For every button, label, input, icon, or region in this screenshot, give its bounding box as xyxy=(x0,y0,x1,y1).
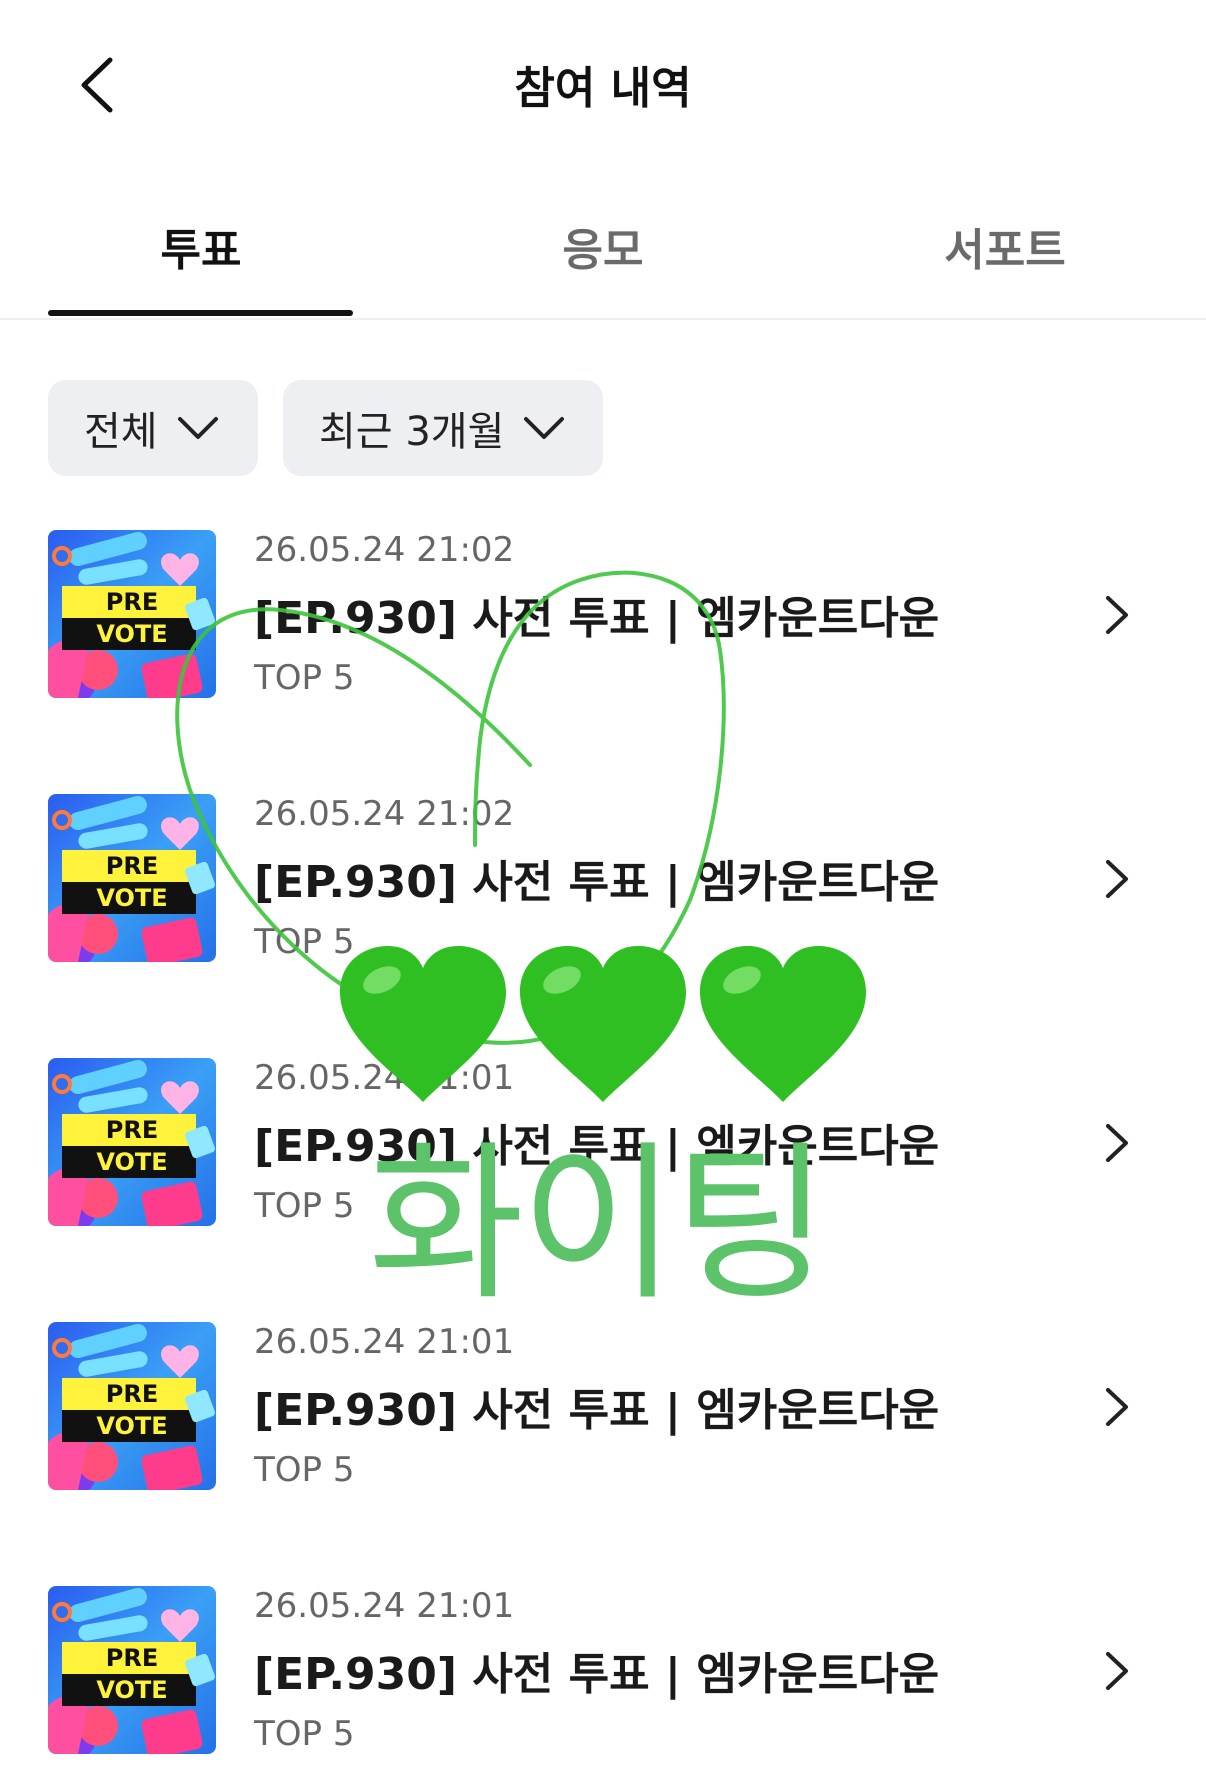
vote-history-item[interactable]: PRE VOTE 26.05.24 21:01 [EP.930] 사전 투표 |… xyxy=(0,1322,1206,1492)
item-date: 26.05.24 21:01 xyxy=(254,1586,515,1626)
prevote-thumbnail: PRE VOTE xyxy=(48,1322,216,1490)
thumb-vote-text: VOTE xyxy=(96,1676,167,1704)
chevron-down-icon xyxy=(177,417,218,439)
item-rank-label: TOP 5 xyxy=(254,658,355,698)
chevron-down-icon xyxy=(524,417,565,439)
active-tab-indicator xyxy=(48,310,353,316)
tab-vote[interactable]: 투표 xyxy=(0,214,402,278)
item-title: [EP.930] 사전 투표 | 엠카운트다운 xyxy=(254,1385,940,1436)
item-rank-label: TOP 5 xyxy=(254,922,355,962)
period-filter-label: 최근 3개월 xyxy=(319,409,505,455)
item-title: [EP.930] 사전 투표 | 엠카운트다운 xyxy=(254,593,940,644)
thumb-pre-text: PRE xyxy=(106,1116,158,1144)
item-rank-label: TOP 5 xyxy=(254,1714,355,1754)
item-title: [EP.930] 사전 투표 | 엠카운트다운 xyxy=(254,1649,940,1700)
thumb-vote-text: VOTE xyxy=(96,620,167,648)
item-date: 26.05.24 21:01 xyxy=(254,1322,515,1362)
chevron-right-icon xyxy=(1106,1124,1128,1162)
chevron-right-icon xyxy=(1106,596,1128,634)
chevron-right-icon xyxy=(1106,860,1128,898)
tab-bar: 투표 응모 서포트 xyxy=(0,200,1206,320)
thumb-vote-text: VOTE xyxy=(96,1412,167,1440)
chevron-right-icon xyxy=(1106,1388,1128,1426)
item-rank-label: TOP 5 xyxy=(254,1450,355,1490)
prevote-thumbnail: PRE VOTE xyxy=(48,1586,216,1754)
type-filter-dropdown[interactable]: 전체 xyxy=(48,380,258,476)
page-title: 참여 내역 xyxy=(514,63,692,114)
vote-history-item[interactable]: PRE VOTE 26.05.24 21:02 [EP.930] 사전 투표 |… xyxy=(0,794,1206,964)
prevote-thumbnail: PRE VOTE xyxy=(48,794,216,962)
thumb-pre-text: PRE xyxy=(106,852,158,880)
chevron-right-icon xyxy=(1106,1652,1128,1690)
item-date: 26.05.24 21:02 xyxy=(254,794,515,834)
vote-history-item[interactable]: PRE VOTE 26.05.24 21:01 [EP.930] 사전 투표 |… xyxy=(0,1586,1206,1756)
item-date: 26.05.24 21:02 xyxy=(254,530,515,570)
period-filter-dropdown[interactable]: 최근 3개월 xyxy=(283,380,603,476)
thumb-pre-text: PRE xyxy=(106,588,158,616)
thumb-vote-text: VOTE xyxy=(96,1148,167,1176)
thumb-pre-text: PRE xyxy=(106,1380,158,1408)
header: 참여 내역 xyxy=(0,0,1206,170)
tab-entry[interactable]: 응모 xyxy=(402,214,804,278)
thumb-vote-text: VOTE xyxy=(96,884,167,912)
tab-support[interactable]: 서포트 xyxy=(804,214,1206,278)
vote-history-item[interactable]: PRE VOTE 26.05.24 21:01 [EP.930] 사전 투표 |… xyxy=(0,1058,1206,1228)
participation-history-screen: 참여 내역 투표 응모 서포트 전체 최근 3개월 PRE VOTE 26.05… xyxy=(0,0,1206,1787)
type-filter-label: 전체 xyxy=(84,409,158,455)
item-rank-label: TOP 5 xyxy=(254,1186,355,1226)
prevote-thumbnail: PRE VOTE xyxy=(48,1058,216,1226)
prevote-thumbnail: PRE VOTE xyxy=(48,530,216,698)
item-date: 26.05.24 21:01 xyxy=(254,1058,515,1098)
item-title: [EP.930] 사전 투표 | 엠카운트다운 xyxy=(254,1121,940,1172)
thumb-pre-text: PRE xyxy=(106,1644,158,1672)
item-title: [EP.930] 사전 투표 | 엠카운트다운 xyxy=(254,857,940,908)
vote-history-item[interactable]: PRE VOTE 26.05.24 21:02 [EP.930] 사전 투표 |… xyxy=(0,530,1206,700)
